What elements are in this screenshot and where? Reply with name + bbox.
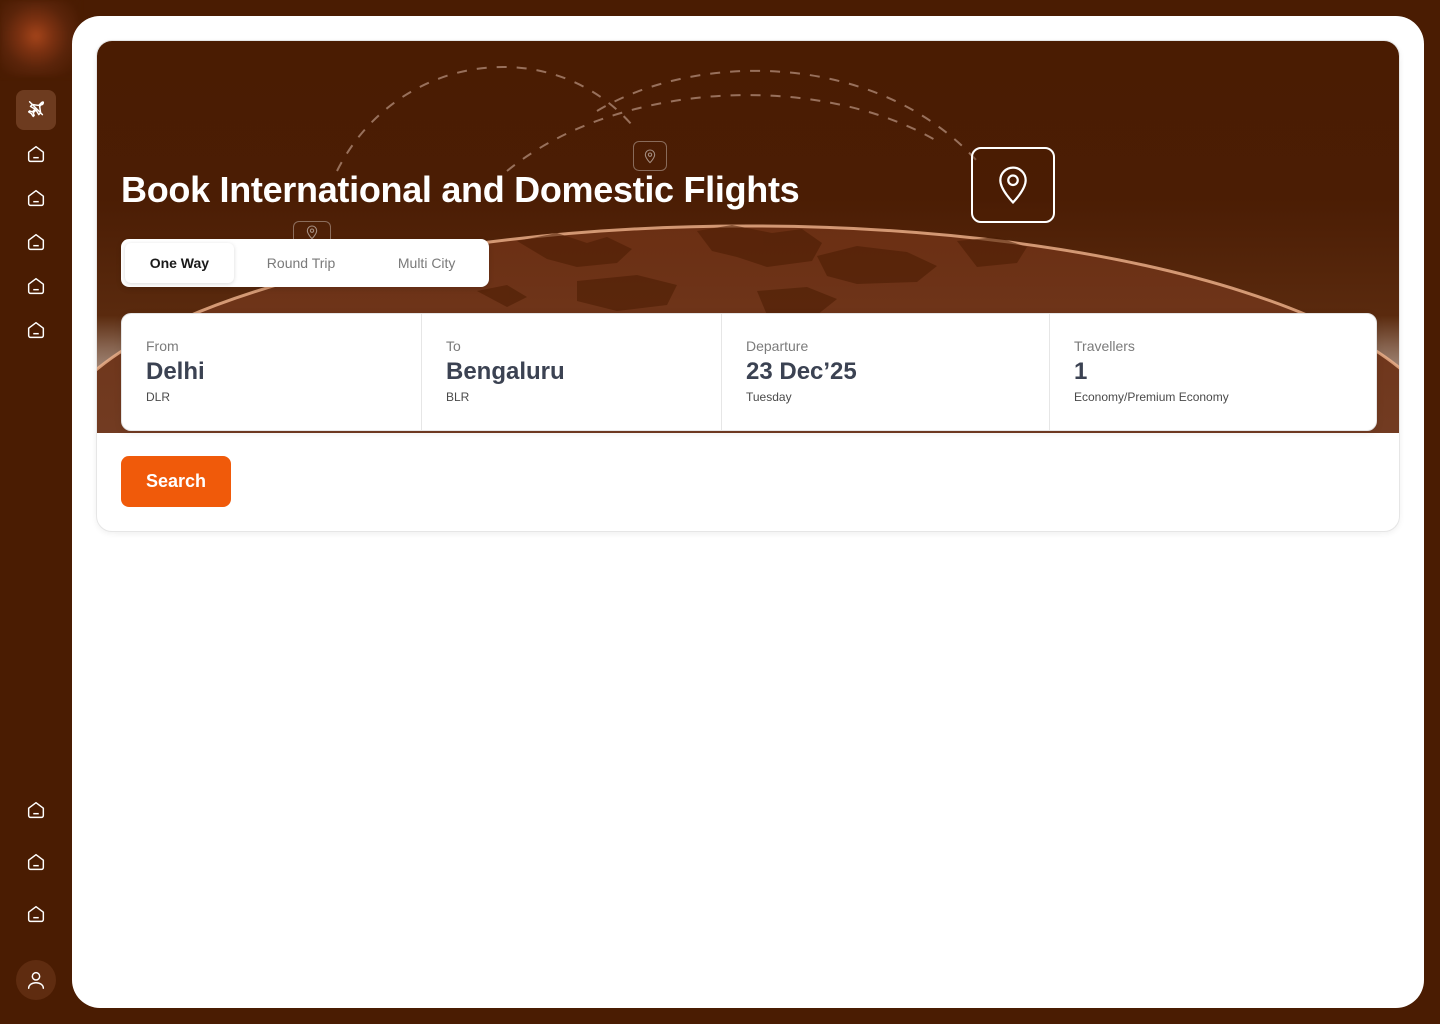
nav-flights-button[interactable] <box>16 90 56 130</box>
from-city: Delhi <box>146 358 205 385</box>
hero-banner: Book International and Domestic Flights … <box>97 41 1399 433</box>
from-label: From <box>146 338 179 354</box>
tab-multi-city[interactable]: Multi City <box>368 243 485 283</box>
departure-field[interactable]: Departure 23 Dec’25 Tuesday <box>722 314 1050 430</box>
nav-bottom-button-3[interactable] <box>16 894 56 934</box>
departure-date: 23 Dec’25 <box>746 358 857 385</box>
nav-bottom-button-1[interactable] <box>16 790 56 830</box>
flight-search-card: Book International and Domestic Flights … <box>96 40 1400 532</box>
nav-home-button-2[interactable] <box>16 178 56 218</box>
search-button[interactable]: Search <box>121 456 231 507</box>
home-icon <box>27 277 45 295</box>
travel-class: Economy/Premium Economy <box>1074 390 1229 404</box>
map-pin-icon <box>644 149 656 164</box>
home-icon <box>27 233 45 251</box>
home-icon <box>27 905 45 923</box>
page-title: Book International and Domestic Flights <box>121 169 800 210</box>
trip-type-tabs: One Way Round Trip Multi City <box>121 239 489 287</box>
brand-logo <box>0 0 79 76</box>
home-icon <box>27 321 45 339</box>
home-icon <box>27 145 45 163</box>
main-panel: Book International and Domestic Flights … <box>72 16 1424 1008</box>
home-icon <box>27 853 45 871</box>
travellers-count: 1 <box>1074 358 1088 385</box>
to-city: Bengaluru <box>446 358 565 385</box>
nav-bottom-button-2[interactable] <box>16 842 56 882</box>
search-fields: From Delhi DLR To Bengaluru BLR Departur… <box>121 313 1377 431</box>
from-code: DLR <box>146 390 171 404</box>
home-icon <box>27 801 45 819</box>
home-icon <box>27 189 45 207</box>
travellers-field[interactable]: Travellers 1 Economy/Premium Economy <box>1050 314 1376 430</box>
to-label: To <box>446 338 461 354</box>
to-code: BLR <box>446 390 470 404</box>
map-pin-icon <box>306 225 318 239</box>
flights-icon <box>27 101 45 118</box>
destination-pin-marker <box>971 147 1055 223</box>
profile-avatar-button[interactable] <box>16 960 56 1000</box>
departure-day: Tuesday <box>746 390 792 404</box>
nav-home-button-3[interactable] <box>16 222 56 262</box>
nav-home-button-5[interactable] <box>16 310 56 350</box>
nav-home-button-1[interactable] <box>16 134 56 174</box>
travellers-label: Travellers <box>1074 338 1135 354</box>
nav-home-button-4[interactable] <box>16 266 56 306</box>
departure-label: Departure <box>746 338 809 354</box>
tab-one-way[interactable]: One Way <box>125 243 234 283</box>
to-field[interactable]: To Bengaluru BLR <box>422 314 722 430</box>
tab-round-trip[interactable]: Round Trip <box>238 243 365 283</box>
user-icon <box>27 971 45 989</box>
sidebar <box>0 0 79 1024</box>
map-pin-icon <box>999 166 1027 204</box>
from-field[interactable]: From Delhi DLR <box>122 314 422 430</box>
map-pin-marker-2 <box>293 221 331 241</box>
map-pin-marker <box>633 141 667 171</box>
